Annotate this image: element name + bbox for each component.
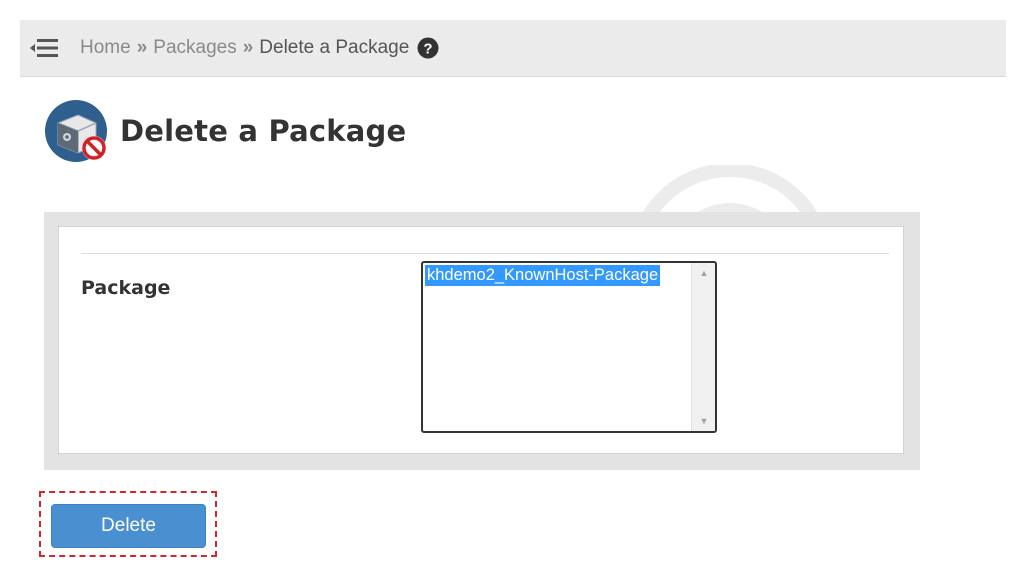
delete-button[interactable]: Delete: [51, 504, 206, 548]
listbox-scrollbar[interactable]: ▲ ▼: [691, 263, 715, 431]
page-title: Delete a Package: [120, 114, 407, 148]
breadcrumb-separator: »: [242, 37, 254, 58]
form-panel: Package khdemo2_KnownHost-Package ▲ ▼: [44, 212, 920, 470]
breadcrumb: Home » Packages » Delete a Package ?: [80, 20, 439, 76]
scroll-down-icon[interactable]: ▼: [692, 412, 715, 430]
breadcrumb-bar: Home » Packages » Delete a Package ?: [20, 20, 1006, 77]
form-divider: [81, 253, 889, 254]
delete-package-icon: [44, 97, 112, 165]
help-icon[interactable]: ?: [417, 37, 439, 59]
package-option-selected[interactable]: khdemo2_KnownHost-Package: [425, 265, 661, 286]
svg-text:?: ?: [424, 41, 433, 58]
form-body: Package khdemo2_KnownHost-Package ▲ ▼: [58, 226, 904, 454]
breadcrumb-packages[interactable]: Packages: [153, 37, 236, 59]
page-header: Delete a Package: [44, 96, 406, 166]
breadcrumb-separator: »: [136, 37, 148, 58]
menu-collapse-icon[interactable]: [28, 34, 60, 62]
breadcrumb-current: Delete a Package: [259, 37, 410, 58]
scroll-up-icon[interactable]: ▲: [692, 264, 715, 282]
breadcrumb-home[interactable]: Home: [80, 37, 131, 59]
package-select[interactable]: khdemo2_KnownHost-Package ▲ ▼: [421, 261, 717, 433]
package-label: Package: [81, 277, 171, 299]
